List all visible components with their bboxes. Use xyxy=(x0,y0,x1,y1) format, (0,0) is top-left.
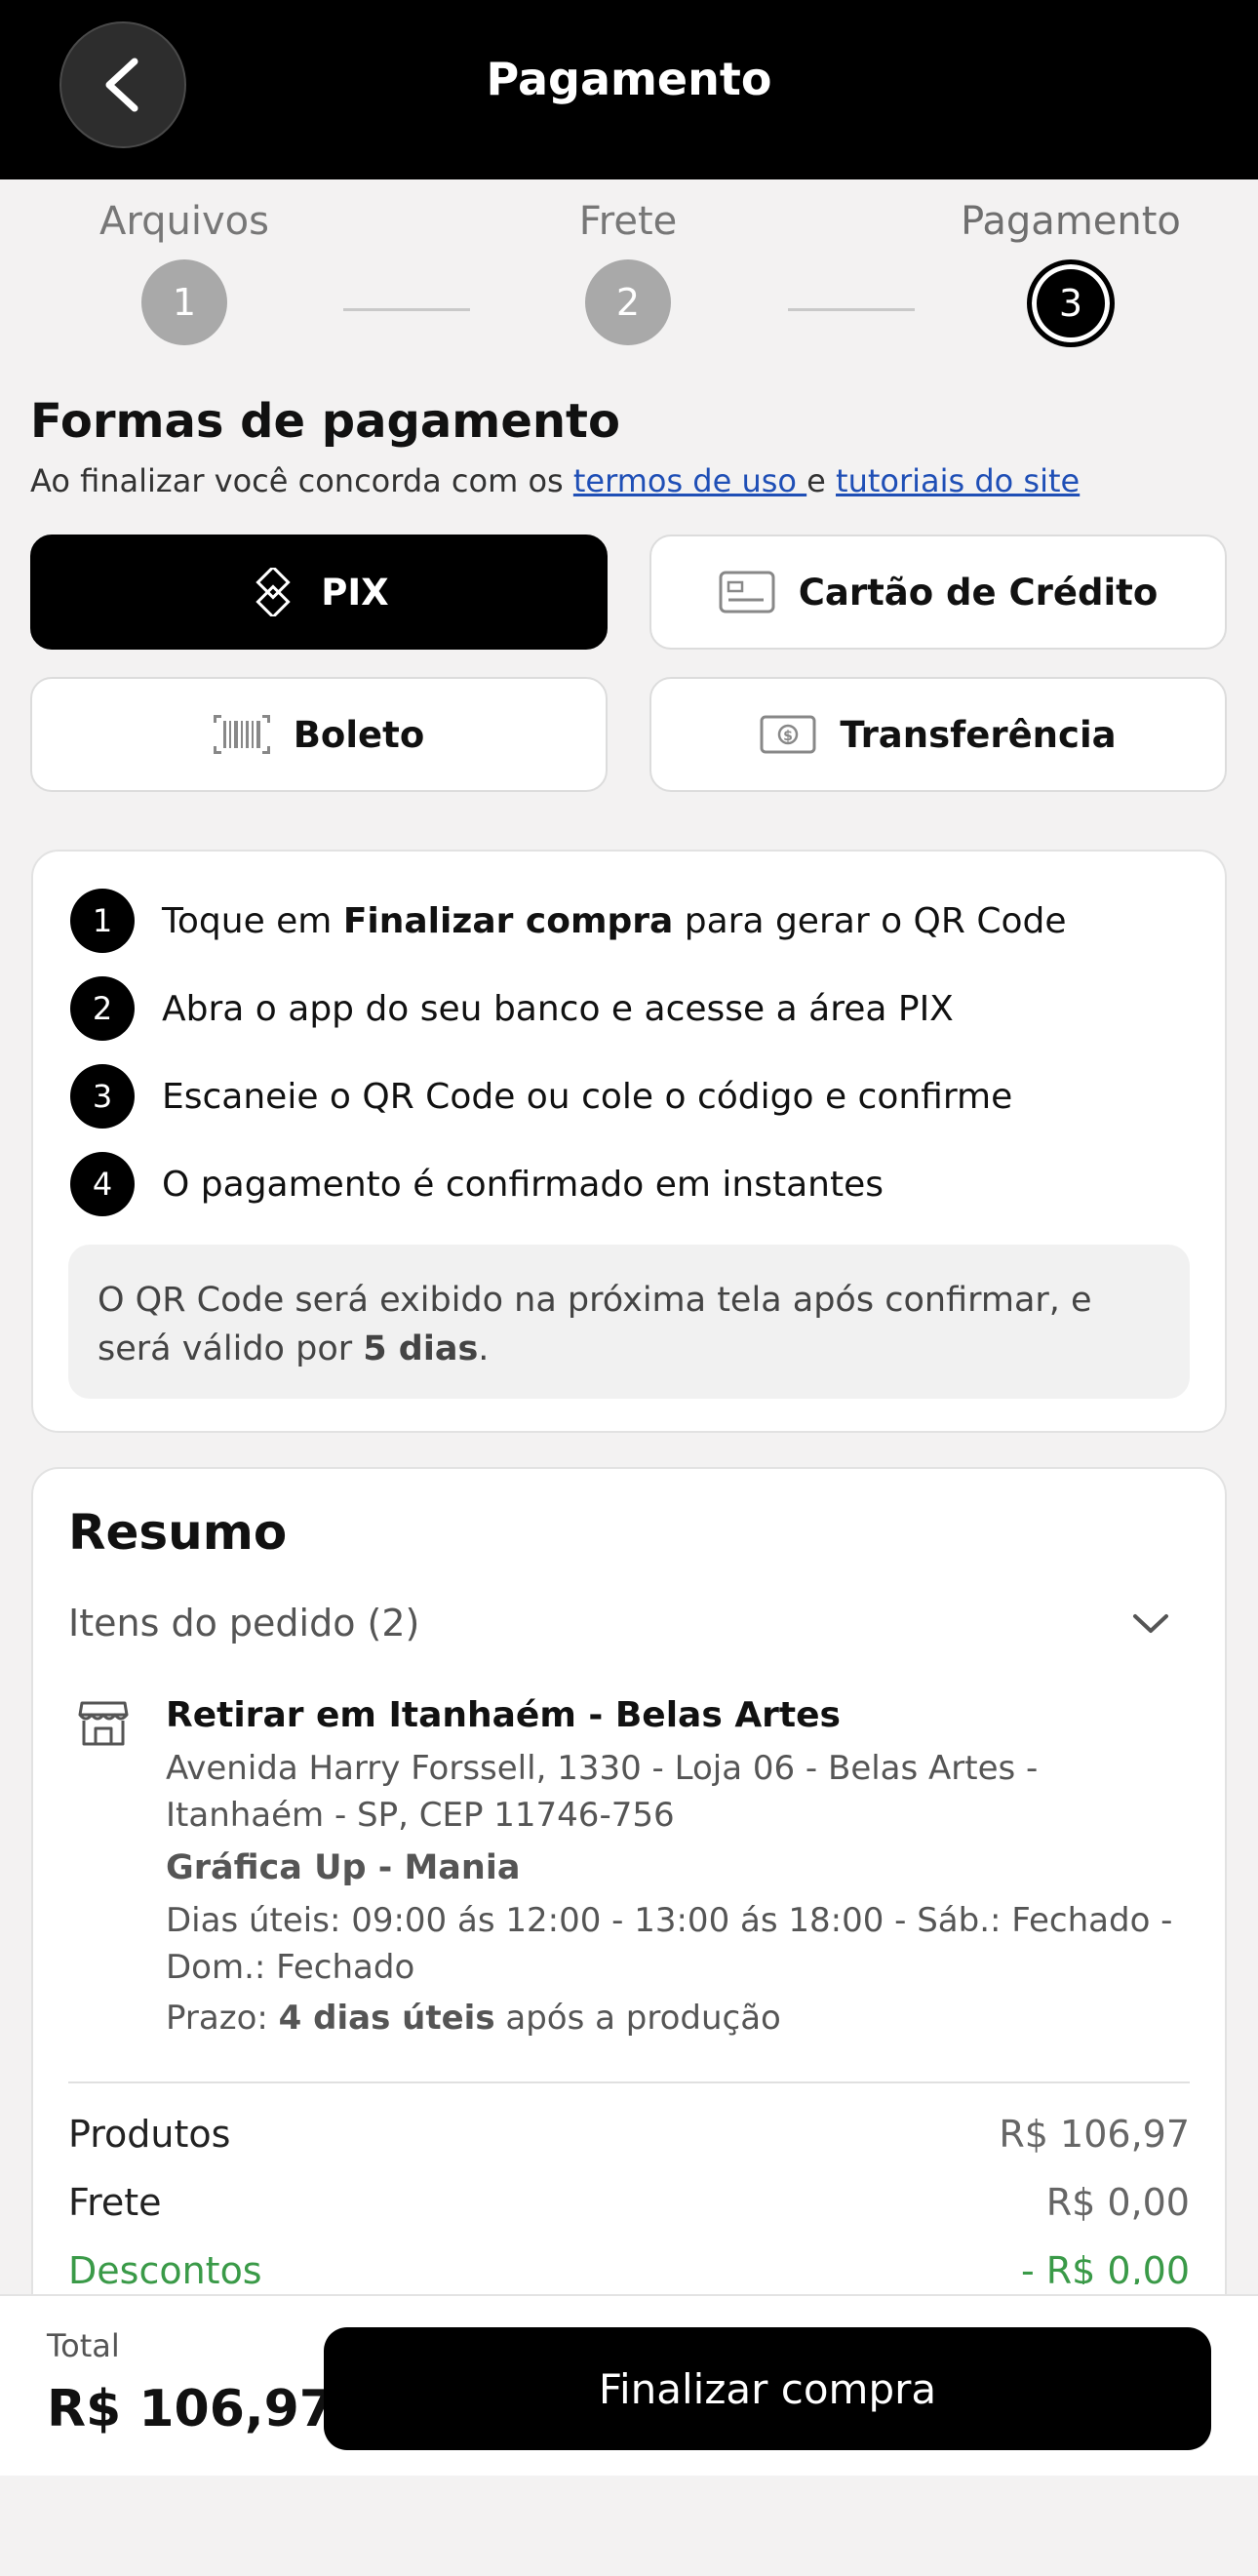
pix-method-button[interactable]: PIX xyxy=(30,535,608,650)
row-label: Produtos xyxy=(68,2113,231,2156)
pix-step-text: Escaneie o QR Code ou cole o código e co… xyxy=(162,1076,1013,1117)
credit-card-icon xyxy=(719,571,775,614)
row-label: Descontos xyxy=(68,2249,262,2284)
step-badge: 3 xyxy=(70,1064,135,1129)
pickup-address: Avenida Harry Forssell, 1330 - Loja 06 -… xyxy=(166,1749,1039,1835)
terms-of-use-link[interactable]: termos de uso xyxy=(573,462,806,499)
delivery-deadline: Prazo: 4 dias úteis após a produção xyxy=(166,1995,1199,2041)
step-number: 1 xyxy=(141,259,227,345)
pix-icon xyxy=(256,568,291,616)
step-frete[interactable]: Frete 2 xyxy=(501,199,755,345)
step-label: Pagamento xyxy=(961,199,1181,244)
cash-transfer-icon: $ xyxy=(760,715,816,754)
barcode-icon xyxy=(213,715,270,754)
step-connector xyxy=(788,308,915,311)
pix-step-text: O pagamento é confirmado em instantes xyxy=(162,1164,884,1205)
transfer-label: Transferência xyxy=(840,713,1117,756)
note-bold: 5 dias xyxy=(363,1329,479,1368)
step-label: Frete xyxy=(578,199,678,244)
checkout-footer: Total R$ 106,97 Finalizar compra xyxy=(0,2294,1258,2476)
pix-step-3: 3 Escaneie o QR Code ou cole o código e … xyxy=(70,1064,1012,1129)
step-connector xyxy=(343,308,470,311)
text-before: Toque em xyxy=(162,900,343,941)
total-label: Total xyxy=(47,2327,120,2364)
row-value: R$ 0,00 xyxy=(1045,2181,1190,2224)
pix-step-1: 1 Toque em Finalizar compra para gerar o… xyxy=(70,889,1067,953)
boleto-label: Boleto xyxy=(293,713,425,756)
site-tutorials-link[interactable]: tutoriais do site xyxy=(836,462,1080,499)
store-name: Gráfica Up - Mania xyxy=(166,1848,521,1887)
pix-step-text: Abra o app do seu banco e acesse a área … xyxy=(162,988,954,1029)
summary-divider xyxy=(68,2081,1190,2083)
order-items-label: Itens do pedido (2) xyxy=(68,1602,420,1645)
text-bold: Finalizar compra xyxy=(342,900,674,941)
pix-step-2: 2 Abra o app do seu banco e acesse a áre… xyxy=(70,976,954,1041)
terms-mid: e xyxy=(806,462,837,499)
step-pagamento[interactable]: Pagamento 3 xyxy=(944,199,1198,347)
bottom-safe-area xyxy=(0,2476,1258,2576)
payment-methods-title: Formas de pagamento xyxy=(30,394,620,449)
step-number: 3 xyxy=(1027,259,1115,347)
order-items-toggle[interactable]: Itens do pedido (2) xyxy=(68,1602,1190,1645)
page-title: Pagamento xyxy=(486,53,772,105)
summary-card: Resumo Itens do pedido (2) Retirar em It… xyxy=(31,1467,1227,2306)
checkout-stepper: Arquivos 1 Frete 2 Pagamento 3 xyxy=(0,179,1258,375)
note-after: . xyxy=(478,1329,490,1368)
finish-purchase-button[interactable]: Finalizar compra xyxy=(324,2327,1211,2450)
transfer-method-button[interactable]: $ Transferência xyxy=(649,677,1227,792)
pix-step-4: 4 O pagamento é confirmado em instantes xyxy=(70,1152,884,1216)
summary-row-descontos: Descontos - R$ 0,00 xyxy=(68,2249,1190,2284)
terms-text: Ao finalizar você concorda com os termos… xyxy=(30,462,1080,499)
pickup-details: Retirar em Itanhaém - Belas Artes Avenid… xyxy=(166,1695,1199,2041)
pix-label: PIX xyxy=(321,571,389,614)
qr-code-note: O QR Code será exibido na próxima tela a… xyxy=(68,1245,1190,1399)
deadline-bold: 4 dias úteis xyxy=(278,1999,495,2038)
step-arquivos[interactable]: Arquivos 1 xyxy=(58,199,311,345)
credit-card-method-button[interactable]: Cartão de Crédito xyxy=(649,535,1227,650)
svg-text:$: $ xyxy=(784,729,794,744)
app-header: Pagamento xyxy=(0,0,1258,179)
row-value: - R$ 0,00 xyxy=(1020,2249,1190,2284)
deadline-suffix: após a produção xyxy=(494,1999,781,2038)
boleto-method-button[interactable]: Boleto xyxy=(30,677,608,792)
chevron-down-icon xyxy=(1133,1614,1168,1633)
pix-step-text: Toque em Finalizar compra para gerar o Q… xyxy=(162,901,1067,941)
terms-prefix: Ao finalizar você concorda com os xyxy=(30,462,573,499)
step-badge: 2 xyxy=(70,976,135,1041)
summary-row-frete: Frete R$ 0,00 xyxy=(68,2181,1190,2224)
step-badge: 1 xyxy=(70,889,135,953)
step-number: 2 xyxy=(585,259,671,345)
step-badge: 4 xyxy=(70,1152,135,1216)
summary-row-produtos: Produtos R$ 106,97 xyxy=(68,2113,1190,2156)
pickup-title: Retirar em Itanhaém - Belas Artes xyxy=(166,1695,841,1735)
total-value: R$ 106,97 xyxy=(47,2380,334,2438)
note-text: O QR Code será exibido na próxima tela a… xyxy=(98,1281,1092,1368)
store-icon xyxy=(78,1701,129,1746)
summary-title: Resumo xyxy=(68,1504,288,1561)
row-value: R$ 106,97 xyxy=(999,2113,1190,2156)
step-label: Arquivos xyxy=(99,199,269,244)
store-hours: Dias úteis: 09:00 ás 12:00 - 13:00 ás 18… xyxy=(166,1901,1173,1987)
row-label: Frete xyxy=(68,2181,162,2224)
pix-instructions-card: 1 Toque em Finalizar compra para gerar o… xyxy=(31,850,1227,1433)
credit-card-label: Cartão de Crédito xyxy=(798,571,1159,614)
deadline-prefix: Prazo: xyxy=(166,1999,279,2038)
text-after: para gerar o QR Code xyxy=(673,900,1067,941)
